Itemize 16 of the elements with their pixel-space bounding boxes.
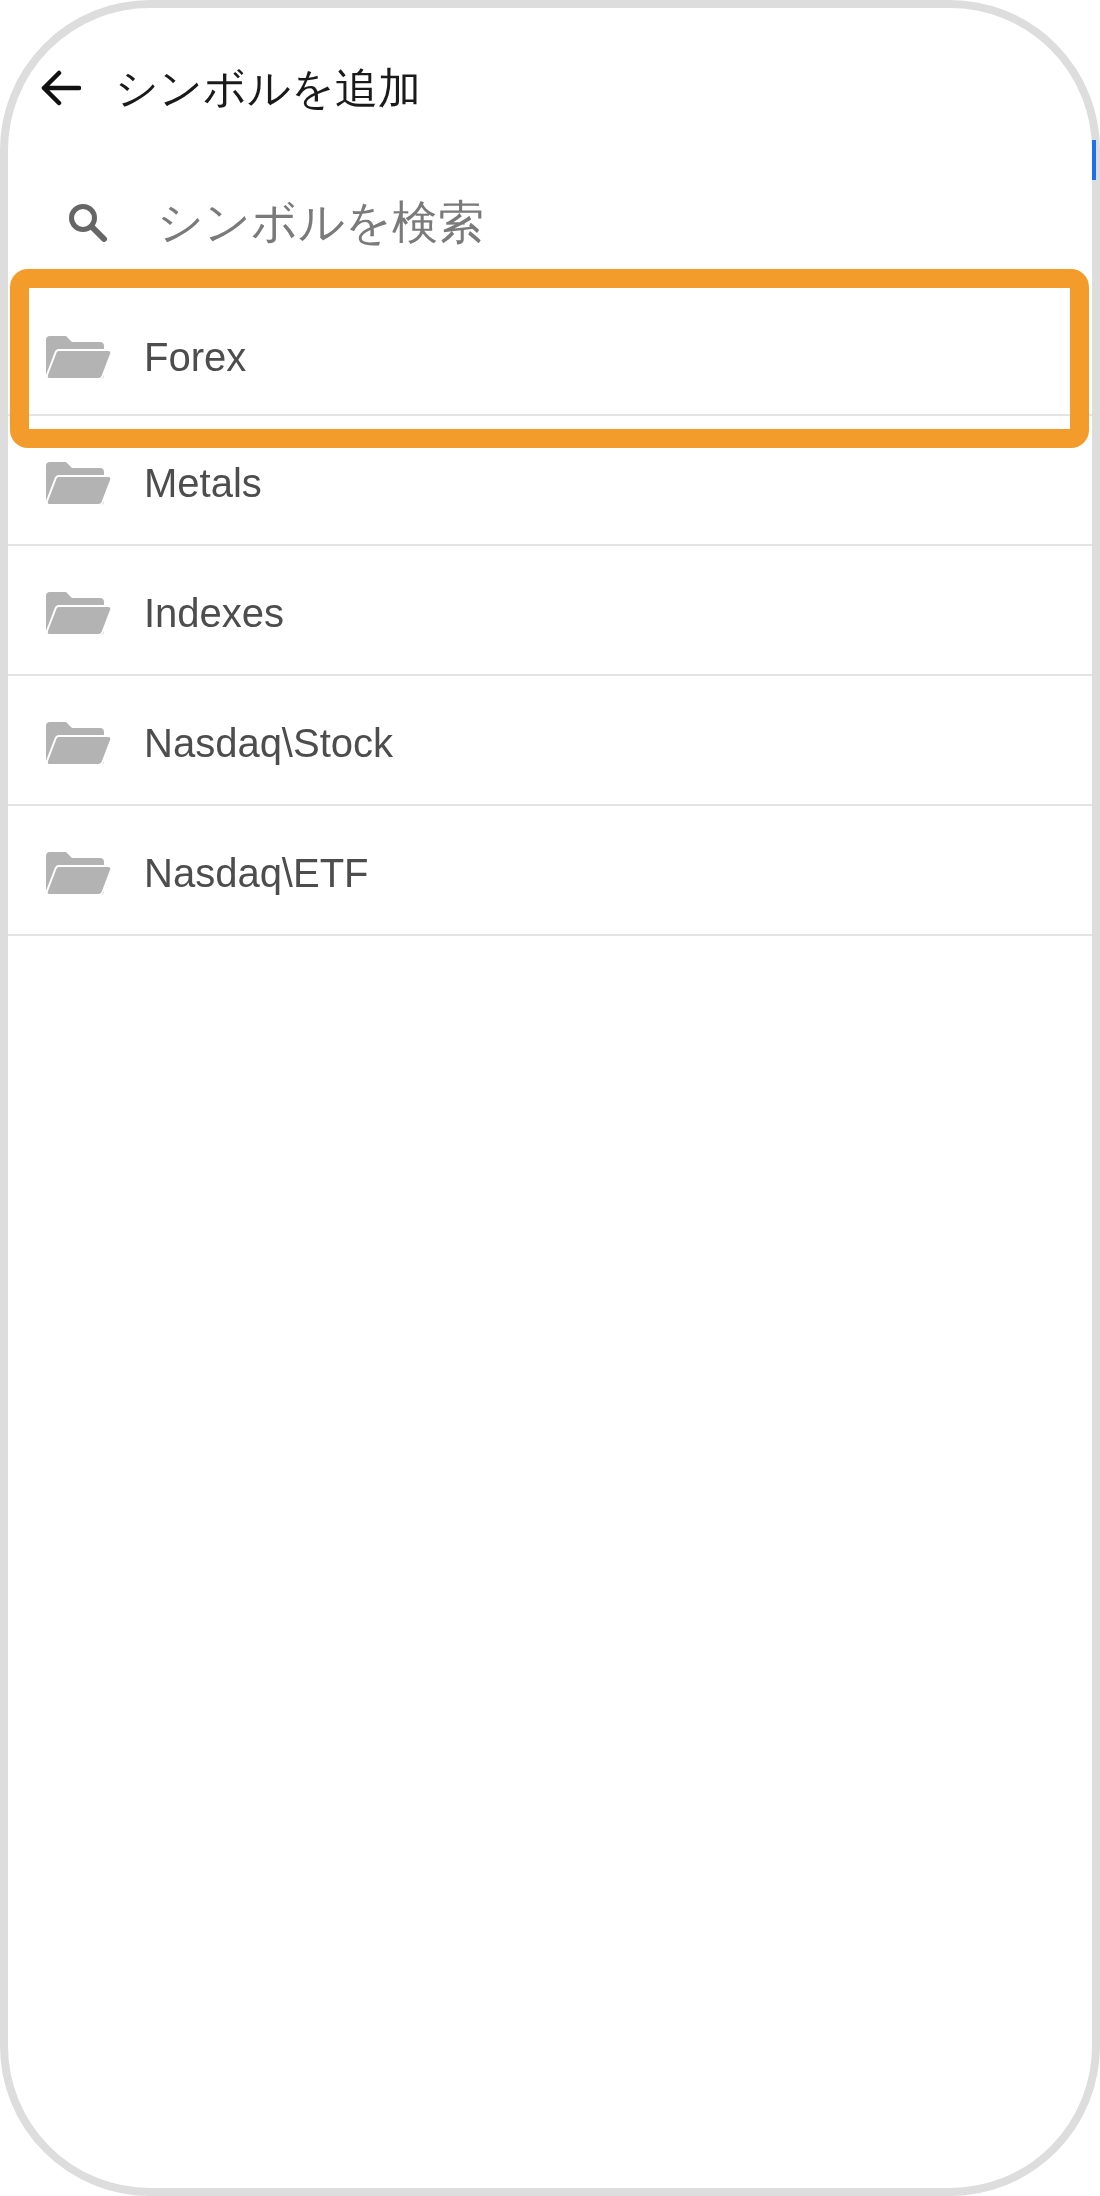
back-button[interactable] [39,70,81,106]
folder-icon [46,591,112,635]
folder-item[interactable]: Nasdaq\Stock [8,676,1092,804]
scroll-indicator [1092,140,1096,180]
search-icon [67,202,107,242]
folder-item[interactable]: Forex [10,269,1089,448]
screen-title: シンボルを追加 [115,66,421,110]
folder-item[interactable]: Nasdaq\ETF [8,806,1092,934]
folder-icon [46,721,112,765]
left-arrow-icon [39,70,81,106]
folder-icon [46,851,112,895]
folder-icon [46,461,112,505]
folder-item[interactable]: Indexes [8,546,1092,674]
folder-icon [46,334,112,379]
search-field[interactable]: シンボルを検索 [157,190,1062,254]
folder-item[interactable]: Metals [8,416,1092,544]
